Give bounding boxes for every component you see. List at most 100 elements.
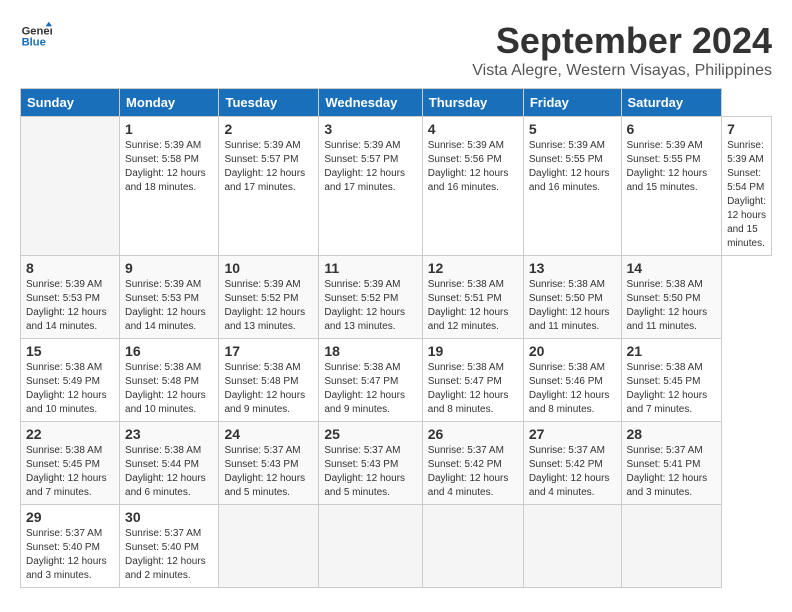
svg-text:Blue: Blue bbox=[22, 37, 46, 49]
day-info: Sunrise: 5:39 AM Sunset: 5:58 PM Dayligh… bbox=[125, 139, 213, 195]
day-number: 9 bbox=[125, 260, 213, 276]
day-cell bbox=[219, 505, 319, 588]
day-info: Sunrise: 5:38 AM Sunset: 5:47 PM Dayligh… bbox=[428, 361, 518, 417]
day-cell: 4 Sunrise: 5:39 AM Sunset: 5:56 PM Daylig… bbox=[422, 117, 523, 256]
day-info: Sunrise: 5:39 AM Sunset: 5:52 PM Dayligh… bbox=[324, 278, 416, 334]
day-info: Sunrise: 5:38 AM Sunset: 5:46 PM Dayligh… bbox=[529, 361, 616, 417]
day-cell: 21 Sunrise: 5:38 AM Sunset: 5:45 PM Dayli… bbox=[621, 339, 722, 422]
day-info: Sunrise: 5:39 AM Sunset: 5:55 PM Dayligh… bbox=[529, 139, 616, 195]
day-number: 17 bbox=[224, 343, 313, 359]
day-cell bbox=[319, 505, 422, 588]
day-number: 2 bbox=[224, 121, 313, 137]
day-info: Sunrise: 5:37 AM Sunset: 5:43 PM Dayligh… bbox=[224, 444, 313, 500]
day-cell: 22 Sunrise: 5:38 AM Sunset: 5:45 PM Dayli… bbox=[21, 422, 120, 505]
day-header-sunday: Sunday bbox=[21, 89, 120, 117]
day-info: Sunrise: 5:38 AM Sunset: 5:51 PM Dayligh… bbox=[428, 278, 518, 334]
day-number: 4 bbox=[428, 121, 518, 137]
day-number: 25 bbox=[324, 426, 416, 442]
day-cell: 20 Sunrise: 5:38 AM Sunset: 5:46 PM Dayli… bbox=[523, 339, 621, 422]
logo: General Blue bbox=[20, 20, 52, 52]
day-info: Sunrise: 5:38 AM Sunset: 5:49 PM Dayligh… bbox=[26, 361, 114, 417]
day-info: Sunrise: 5:39 AM Sunset: 5:57 PM Dayligh… bbox=[224, 139, 313, 195]
location-title: Vista Alegre, Western Visayas, Philippin… bbox=[472, 62, 772, 80]
day-number: 3 bbox=[324, 121, 416, 137]
day-number: 18 bbox=[324, 343, 416, 359]
day-number: 16 bbox=[125, 343, 213, 359]
week-row-1: 1 Sunrise: 5:39 AM Sunset: 5:58 PM Daylig… bbox=[21, 117, 772, 256]
day-cell: 8Sunrise: 5:39 AM Sunset: 5:53 PM Daylig… bbox=[21, 256, 120, 339]
day-info: Sunrise: 5:39 AM Sunset: 5:55 PM Dayligh… bbox=[627, 139, 717, 195]
day-number: 24 bbox=[224, 426, 313, 442]
day-number: 19 bbox=[428, 343, 518, 359]
day-number: 5 bbox=[529, 121, 616, 137]
day-cell: 13Sunrise: 5:38 AM Sunset: 5:50 PM Dayli… bbox=[523, 256, 621, 339]
day-cell: 7 Sunrise: 5:39 AM Sunset: 5:54 PM Daylig… bbox=[722, 117, 772, 256]
day-info: Sunrise: 5:39 AM Sunset: 5:56 PM Dayligh… bbox=[428, 139, 518, 195]
day-info: Sunrise: 5:38 AM Sunset: 5:45 PM Dayligh… bbox=[26, 444, 114, 500]
day-number: 27 bbox=[529, 426, 616, 442]
day-cell: 14Sunrise: 5:38 AM Sunset: 5:50 PM Dayli… bbox=[621, 256, 722, 339]
month-title: September 2024 bbox=[472, 20, 772, 62]
day-info: Sunrise: 5:39 AM Sunset: 5:53 PM Dayligh… bbox=[26, 278, 114, 334]
day-info: Sunrise: 5:38 AM Sunset: 5:45 PM Dayligh… bbox=[627, 361, 717, 417]
page-header: General Blue September 2024 Vista Alegre… bbox=[20, 20, 772, 80]
day-cell: 3 Sunrise: 5:39 AM Sunset: 5:57 PM Daylig… bbox=[319, 117, 422, 256]
day-number: 22 bbox=[26, 426, 114, 442]
calendar-table: SundayMondayTuesdayWednesdayThursdayFrid… bbox=[20, 88, 772, 588]
day-cell: 17 Sunrise: 5:38 AM Sunset: 5:48 PM Dayli… bbox=[219, 339, 319, 422]
day-info: Sunrise: 5:38 AM Sunset: 5:50 PM Dayligh… bbox=[627, 278, 717, 334]
day-info: Sunrise: 5:37 AM Sunset: 5:43 PM Dayligh… bbox=[324, 444, 416, 500]
header-row: SundayMondayTuesdayWednesdayThursdayFrid… bbox=[21, 89, 772, 117]
day-cell bbox=[422, 505, 523, 588]
day-number: 7 bbox=[727, 121, 766, 137]
day-cell: 2 Sunrise: 5:39 AM Sunset: 5:57 PM Daylig… bbox=[219, 117, 319, 256]
day-info: Sunrise: 5:39 AM Sunset: 5:54 PM Dayligh… bbox=[727, 139, 766, 251]
day-info: Sunrise: 5:37 AM Sunset: 5:41 PM Dayligh… bbox=[627, 444, 717, 500]
day-header-monday: Monday bbox=[120, 89, 219, 117]
day-cell: 9 Sunrise: 5:39 AM Sunset: 5:53 PM Daylig… bbox=[120, 256, 219, 339]
day-number: 29 bbox=[26, 509, 114, 525]
day-number: 20 bbox=[529, 343, 616, 359]
day-number: 1 bbox=[125, 121, 213, 137]
week-row-2: 8Sunrise: 5:39 AM Sunset: 5:53 PM Daylig… bbox=[21, 256, 772, 339]
day-cell: 1 Sunrise: 5:39 AM Sunset: 5:58 PM Daylig… bbox=[120, 117, 219, 256]
logo-icon: General Blue bbox=[20, 20, 52, 52]
day-cell: 28Sunrise: 5:37 AM Sunset: 5:41 PM Dayli… bbox=[621, 422, 722, 505]
day-number: 6 bbox=[627, 121, 717, 137]
day-cell: 19 Sunrise: 5:38 AM Sunset: 5:47 PM Dayli… bbox=[422, 339, 523, 422]
day-number: 11 bbox=[324, 260, 416, 276]
day-cell bbox=[523, 505, 621, 588]
empty-cell bbox=[21, 117, 120, 256]
day-info: Sunrise: 5:37 AM Sunset: 5:40 PM Dayligh… bbox=[26, 527, 114, 583]
day-info: Sunrise: 5:38 AM Sunset: 5:48 PM Dayligh… bbox=[224, 361, 313, 417]
day-header-wednesday: Wednesday bbox=[319, 89, 422, 117]
day-header-tuesday: Tuesday bbox=[219, 89, 319, 117]
day-header-thursday: Thursday bbox=[422, 89, 523, 117]
day-number: 21 bbox=[627, 343, 717, 359]
week-row-3: 15Sunrise: 5:38 AM Sunset: 5:49 PM Dayli… bbox=[21, 339, 772, 422]
day-cell: 27Sunrise: 5:37 AM Sunset: 5:42 PM Dayli… bbox=[523, 422, 621, 505]
day-number: 23 bbox=[125, 426, 213, 442]
day-info: Sunrise: 5:39 AM Sunset: 5:57 PM Dayligh… bbox=[324, 139, 416, 195]
day-cell: 25 Sunrise: 5:37 AM Sunset: 5:43 PM Dayli… bbox=[319, 422, 422, 505]
day-cell bbox=[621, 505, 722, 588]
day-info: Sunrise: 5:37 AM Sunset: 5:40 PM Dayligh… bbox=[125, 527, 213, 583]
day-info: Sunrise: 5:37 AM Sunset: 5:42 PM Dayligh… bbox=[428, 444, 518, 500]
day-cell: 29 Sunrise: 5:37 AM Sunset: 5:40 PM Dayli… bbox=[21, 505, 120, 588]
day-cell: 15Sunrise: 5:38 AM Sunset: 5:49 PM Dayli… bbox=[21, 339, 120, 422]
day-number: 10 bbox=[224, 260, 313, 276]
day-cell: 11 Sunrise: 5:39 AM Sunset: 5:52 PM Dayli… bbox=[319, 256, 422, 339]
day-header-saturday: Saturday bbox=[621, 89, 722, 117]
day-info: Sunrise: 5:38 AM Sunset: 5:48 PM Dayligh… bbox=[125, 361, 213, 417]
day-cell: 10Sunrise: 5:39 AM Sunset: 5:52 PM Dayli… bbox=[219, 256, 319, 339]
title-area: September 2024 Vista Alegre, Western Vis… bbox=[472, 20, 772, 80]
day-header-friday: Friday bbox=[523, 89, 621, 117]
day-cell: 5 Sunrise: 5:39 AM Sunset: 5:55 PM Daylig… bbox=[523, 117, 621, 256]
week-row-4: 22 Sunrise: 5:38 AM Sunset: 5:45 PM Dayli… bbox=[21, 422, 772, 505]
day-cell: 26Sunrise: 5:37 AM Sunset: 5:42 PM Dayli… bbox=[422, 422, 523, 505]
day-cell: 6 Sunrise: 5:39 AM Sunset: 5:55 PM Daylig… bbox=[621, 117, 722, 256]
week-row-5: 29 Sunrise: 5:37 AM Sunset: 5:40 PM Dayli… bbox=[21, 505, 772, 588]
day-cell: 12Sunrise: 5:38 AM Sunset: 5:51 PM Dayli… bbox=[422, 256, 523, 339]
day-info: Sunrise: 5:39 AM Sunset: 5:53 PM Dayligh… bbox=[125, 278, 213, 334]
day-number: 13 bbox=[529, 260, 616, 276]
